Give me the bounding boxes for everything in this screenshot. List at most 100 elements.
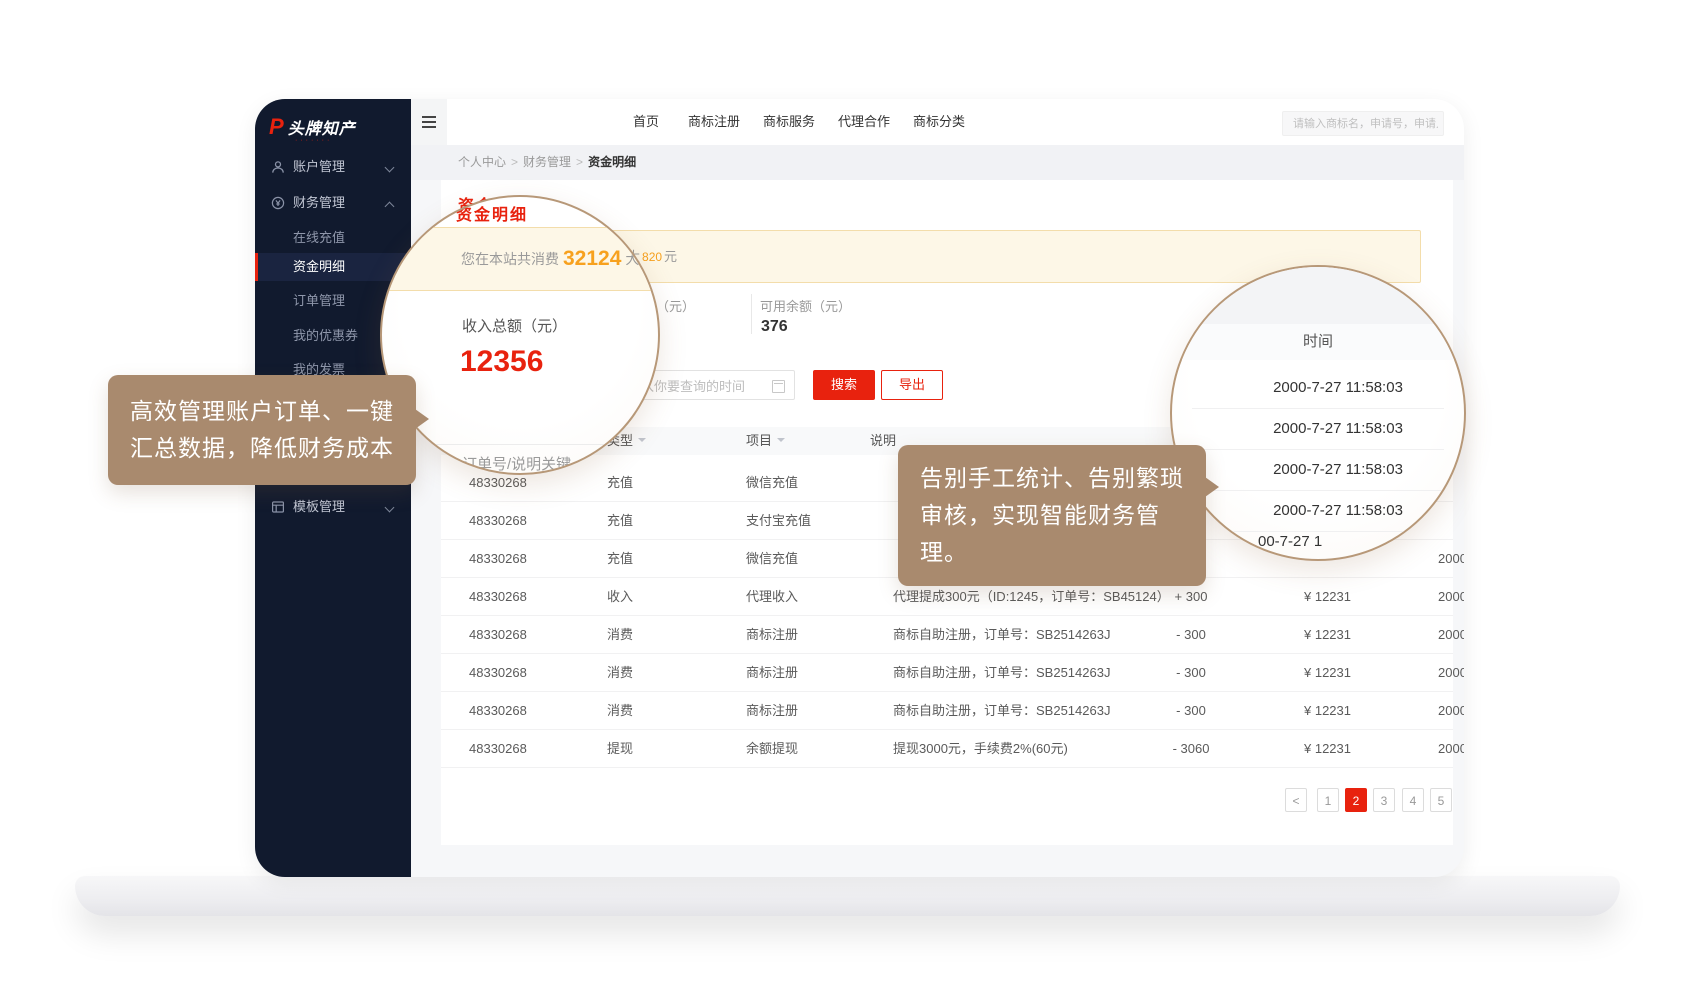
- sidebar: P 头牌知产 ······· 账户管理 财务管理: [255, 99, 411, 877]
- income-value: 12356: [460, 345, 543, 379]
- cell-amount: - 300: [1141, 654, 1241, 692]
- trademark-search[interactable]: [1282, 111, 1444, 136]
- sidebar-subitem-label: 资金明细: [293, 253, 345, 281]
- tooltip-arrow-icon: [1205, 477, 1219, 497]
- pagination-prev[interactable]: <: [1285, 788, 1307, 812]
- cell-type: 充值: [607, 464, 697, 502]
- tooltip-arrow-icon: [415, 409, 429, 429]
- sidebar-item-template[interactable]: 模板管理: [255, 493, 411, 521]
- magnified-time-value: 2000-7-27 11:58:03: [1238, 414, 1438, 444]
- cell-project: 商标注册: [746, 616, 876, 654]
- cell-balance: ¥ 12231: [1241, 578, 1351, 616]
- balance-value: 376: [761, 318, 788, 336]
- magnified-time-value: 2000-7-27 11:58:03: [1238, 373, 1438, 403]
- cell-project: 支付宝充值: [746, 502, 876, 540]
- breadcrumb-bar: 个人中心 > 财务管理 > 资金明细: [411, 145, 1464, 180]
- banner-prefix: 您在本站共消费: [461, 249, 559, 269]
- cell-time: 2000-7-27 11:58:03: [1438, 540, 1464, 578]
- topbar: 首页商标注册商标服务代理合作商标分类: [411, 99, 1464, 145]
- magnified-time-value: 2000-7-27 11:58:03: [1238, 496, 1438, 526]
- chevron-up-icon: [385, 202, 395, 212]
- tooltip-line: 告别手工统计、告别繁琐: [920, 460, 1184, 497]
- tooltip-line: 汇总数据，降低财务成本: [130, 430, 394, 467]
- sort-caret-icon: [638, 438, 646, 446]
- cell-amount: - 3060: [1141, 730, 1241, 768]
- table-row: 48330268提现余额提现提现3000元，手续费2%(60元)- 3060¥ …: [441, 730, 1453, 768]
- breadcrumb-separator: >: [576, 155, 583, 169]
- cell-type: 提现: [607, 730, 697, 768]
- magnified-page-title: 资金明细: [456, 201, 528, 225]
- chevron-down-icon: [385, 503, 395, 513]
- sidebar-item-finance[interactable]: 财务管理: [255, 189, 411, 217]
- magnified-gap: [1172, 267, 1464, 324]
- export-button[interactable]: 导出: [881, 370, 943, 400]
- cell-balance: ¥ 12231: [1241, 616, 1351, 654]
- nav-item-2[interactable]: 商标注册: [688, 99, 740, 145]
- cell-order: 48330268: [469, 578, 589, 616]
- breadcrumb-part: 资金明细: [588, 155, 636, 169]
- cell-order: 48330268: [469, 730, 589, 768]
- breadcrumb-part[interactable]: 个人中心: [458, 155, 506, 169]
- cell-time: 2000-7-27 11:58:03: [1438, 654, 1464, 692]
- cell-order: 48330268: [469, 654, 589, 692]
- cell-project: 商标注册: [746, 692, 876, 730]
- sidebar-subitem-label: 我的优惠券: [293, 322, 358, 350]
- cell-type: 充值: [607, 502, 697, 540]
- tooltip-line: 审核，实现智能财务管: [920, 497, 1184, 534]
- sidebar-item-label: 模板管理: [293, 493, 345, 521]
- tooltip-line: 高效管理账户订单、一键: [130, 393, 394, 430]
- logo: P 头牌知产: [269, 115, 356, 139]
- tooltip-left: 高效管理账户订单、一键汇总数据，降低财务成本: [108, 375, 416, 485]
- nav-item-4[interactable]: 代理合作: [838, 99, 890, 145]
- cell-order: 48330268: [469, 540, 589, 578]
- table-row: 48330268消费商标注册商标自助注册，订单号：SB2514263J- 300…: [441, 616, 1453, 654]
- magnified-col-header: 订单号/说明关键: [462, 453, 571, 474]
- tooltip-line: 理。: [920, 534, 1184, 571]
- cell-type: 消费: [607, 654, 697, 692]
- page: P 头牌知产 ······· 账户管理 财务管理: [0, 0, 1696, 1002]
- pagination-page-5[interactable]: 5: [1430, 788, 1452, 812]
- nav-item-1[interactable]: 首页: [633, 99, 659, 145]
- stat-unit-label: （元）: [656, 296, 695, 315]
- cell-project: 代理收入: [746, 578, 876, 616]
- magnified-time-value: 2000-7-27 11:58:03: [1238, 455, 1438, 485]
- sidebar-item-account[interactable]: 账户管理: [255, 153, 411, 181]
- nav-item-3[interactable]: 商标服务: [763, 99, 815, 145]
- sidebar-toggle[interactable]: [411, 99, 447, 145]
- sidebar-item-label: 财务管理: [293, 189, 345, 217]
- search-button[interactable]: 搜索: [813, 370, 875, 400]
- cell-balance: ¥ 12231: [1241, 730, 1351, 768]
- magnified-banner: 您在本站共消费 32124 大: [380, 227, 660, 291]
- cell-time: 2000-7-27 11:58:03: [1438, 578, 1464, 616]
- col-desc-header: 说明: [870, 427, 896, 455]
- income-label: 收入总额（元）: [462, 315, 567, 336]
- col-project-header[interactable]: 项目: [746, 427, 785, 455]
- pagination-page-1[interactable]: 1: [1317, 788, 1339, 812]
- finance-icon: [271, 196, 285, 210]
- laptop-base: [75, 876, 1620, 916]
- breadcrumb-part[interactable]: 财务管理: [523, 155, 571, 169]
- cell-amount: - 300: [1141, 616, 1241, 654]
- pagination: <12345: [441, 788, 1453, 812]
- cell-balance: ¥ 12231: [1241, 654, 1351, 692]
- hamburger-icon: [422, 116, 436, 128]
- breadcrumb-separator: >: [511, 155, 518, 169]
- row-divider: [1192, 490, 1444, 491]
- pagination-page-3[interactable]: 3: [1373, 788, 1395, 812]
- magnifier-left: 资金明细 您在本站共消费 32124 大 收入总额（元） 12356 订单号/说…: [380, 195, 660, 475]
- row-divider: [1192, 449, 1444, 450]
- row-divider: [1192, 408, 1444, 409]
- cell-type: 收入: [607, 578, 697, 616]
- magnifier-right: 时间 2000-7-27 11:58:032000-7-27 11:58:032…: [1170, 265, 1466, 561]
- pagination-page-2[interactable]: 2: [1345, 788, 1367, 812]
- user-icon: [271, 160, 285, 174]
- sidebar-subitem-label: 订单管理: [293, 287, 345, 315]
- cell-project: 余额提现: [746, 730, 876, 768]
- template-icon: [271, 500, 285, 514]
- search-input[interactable]: [1291, 112, 1440, 135]
- pagination-page-4[interactable]: 4: [1402, 788, 1424, 812]
- stat-divider: [751, 294, 752, 334]
- nav-item-5[interactable]: 商标分类: [913, 99, 965, 145]
- calendar-icon: [772, 380, 785, 393]
- cell-project: 微信充值: [746, 540, 876, 578]
